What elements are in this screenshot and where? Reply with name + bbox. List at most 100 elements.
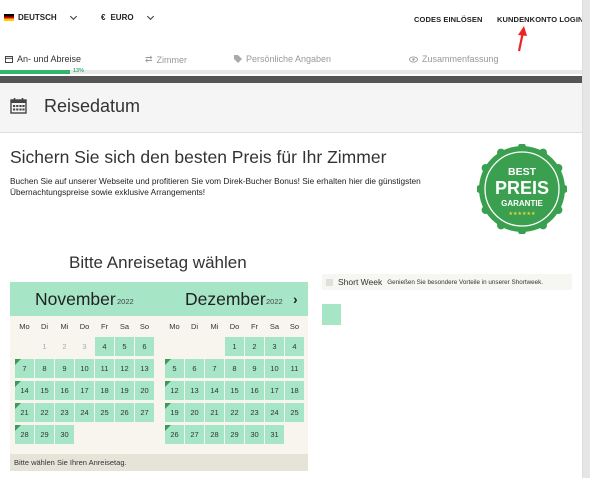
calendar-day[interactable]: 15 — [35, 381, 54, 400]
weekday-header: Fr — [100, 322, 109, 331]
euro-icon: € — [101, 13, 106, 22]
calendar-day[interactable]: 31 — [265, 425, 284, 444]
step-summary[interactable]: Zusammenfassung — [409, 54, 499, 64]
step-personal-details[interactable]: Persönliche Angaben — [234, 54, 331, 64]
weekday-header: Di — [40, 322, 49, 331]
calendar-day[interactable]: 3 — [265, 337, 284, 356]
month-label-1: November — [35, 289, 116, 309]
calendar-day[interactable]: 21 — [15, 403, 34, 422]
tag-icon — [234, 55, 242, 63]
calendar-day[interactable]: 18 — [95, 381, 114, 400]
calendar-day[interactable]: 17 — [265, 381, 284, 400]
calendar-day[interactable]: 2 — [245, 337, 264, 356]
calendar-day[interactable]: 12 — [165, 381, 184, 400]
progress-fill — [0, 70, 70, 74]
step-room[interactable]: ⇄ Zimmer — [145, 54, 187, 65]
calendar-day[interactable]: 22 — [35, 403, 54, 422]
top-bar: DEUTSCH € EURO CODES EINLÖSEN KUNDENKONT… — [0, 0, 590, 38]
account-login-link[interactable]: KUNDENKONTO LOGIN — [497, 15, 584, 24]
calendar-day[interactable]: 10 — [265, 359, 284, 378]
calendar-day[interactable]: 5 — [115, 337, 134, 356]
chevron-down-icon — [146, 12, 154, 20]
calendar-day[interactable]: 13 — [185, 381, 204, 400]
progress-track — [0, 70, 582, 74]
section-header: Reisedatum — [0, 83, 582, 133]
calendar-day[interactable]: 15 — [225, 381, 244, 400]
calendar-day[interactable]: 30 — [245, 425, 264, 444]
calendar-day[interactable]: 8 — [225, 359, 244, 378]
calendar-day[interactable]: 20 — [135, 381, 154, 400]
calendar-day[interactable]: 10 — [75, 359, 94, 378]
vertical-scrollbar[interactable] — [582, 0, 590, 478]
calendar-day[interactable]: 16 — [245, 381, 264, 400]
calendar-day[interactable]: 14 — [205, 381, 224, 400]
currency-select[interactable]: € EURO — [101, 12, 154, 22]
badge-line2: PREIS — [495, 178, 549, 198]
calendar-day[interactable]: 24 — [75, 403, 94, 422]
calendar-day[interactable]: 25 — [95, 403, 114, 422]
badge-stars: ★★★★★★ — [509, 211, 536, 217]
legend-description: Genießen Sie besondere Vorteile in unser… — [387, 278, 544, 286]
calendar-day[interactable]: 26 — [115, 403, 134, 422]
legend-short-week: Short Week Genießen Sie besondere Vortei… — [322, 274, 572, 290]
calendar-day[interactable]: 18 — [285, 381, 304, 400]
redeem-codes-link[interactable]: CODES EINLÖSEN — [414, 15, 483, 24]
badge-line1: BEST — [508, 166, 537, 178]
calendar-day[interactable]: 13 — [135, 359, 154, 378]
step-label: An- und Abreise — [17, 54, 82, 64]
swap-icon: ⇄ — [145, 54, 153, 64]
calendar-day[interactable]: 11 — [95, 359, 114, 378]
legend-swatch — [326, 278, 333, 286]
calendar-day[interactable]: 25 — [285, 403, 304, 422]
calendar-day[interactable]: 8 — [35, 359, 54, 378]
calendar-day[interactable]: 14 — [15, 381, 34, 400]
promo-title: Sichern Sie sich den besten Preis für Ih… — [10, 147, 387, 167]
calendar-heading: Bitte Anreisetag wählen — [69, 253, 247, 272]
calendar-day[interactable]: 1 — [225, 337, 244, 356]
calendar-day[interactable]: 6 — [135, 337, 154, 356]
language-select[interactable]: DEUTSCH — [4, 12, 77, 22]
calendar-day[interactable]: 4 — [95, 337, 114, 356]
weekday-header: Mo — [169, 322, 180, 331]
calendar-day[interactable]: 22 — [225, 403, 244, 422]
calendar-day[interactable]: 7 — [205, 359, 224, 378]
calendar-day[interactable]: 16 — [55, 381, 74, 400]
calendar-day[interactable]: 29 — [225, 425, 244, 444]
calendar-day[interactable]: 9 — [55, 359, 74, 378]
calendar-day[interactable]: 19 — [165, 403, 184, 422]
calendar-day[interactable]: 7 — [15, 359, 34, 378]
calendar-day[interactable]: 29 — [35, 425, 54, 444]
german-flag-icon — [4, 14, 14, 21]
month-label-2: Dezember — [185, 289, 266, 309]
step-arrival-departure[interactable]: An- und Abreise — [5, 54, 81, 64]
calendar-day[interactable]: 23 — [55, 403, 74, 422]
calendar-day[interactable]: 21 — [205, 403, 224, 422]
month-year-1: 2022 — [117, 297, 134, 306]
calendar-day[interactable]: 5 — [165, 359, 184, 378]
calendar-day[interactable]: 9 — [245, 359, 264, 378]
calendar-footer: Bitte wählen Sie Ihren Anreisetag. — [10, 454, 308, 471]
calendar-day[interactable]: 20 — [185, 403, 204, 422]
calendar-day[interactable]: 28 — [15, 425, 34, 444]
calendar-icon — [5, 56, 13, 63]
weekday-header: So — [139, 322, 150, 331]
calendar-day[interactable]: 23 — [245, 403, 264, 422]
weekday-header: So — [289, 322, 300, 331]
calendar-day[interactable]: 30 — [55, 425, 74, 444]
calendar-day[interactable]: 27 — [185, 425, 204, 444]
calendar-day[interactable]: 28 — [205, 425, 224, 444]
calendar-day[interactable]: 4 — [285, 337, 304, 356]
calendar-day[interactable]: 24 — [265, 403, 284, 422]
calendar-day[interactable]: 27 — [135, 403, 154, 422]
weekday-header: Sa — [119, 322, 130, 331]
weekday-header: Sa — [269, 322, 280, 331]
calendar-day[interactable]: 17 — [75, 381, 94, 400]
calendar-day[interactable]: 6 — [185, 359, 204, 378]
calendar-day[interactable]: 26 — [165, 425, 184, 444]
step-label: Zusammenfassung — [422, 54, 499, 64]
calendar-day[interactable]: 11 — [285, 359, 304, 378]
weekday-header: Di — [190, 322, 199, 331]
calendar-day[interactable]: 19 — [115, 381, 134, 400]
next-month-button[interactable]: › — [293, 291, 298, 307]
calendar-day[interactable]: 12 — [115, 359, 134, 378]
